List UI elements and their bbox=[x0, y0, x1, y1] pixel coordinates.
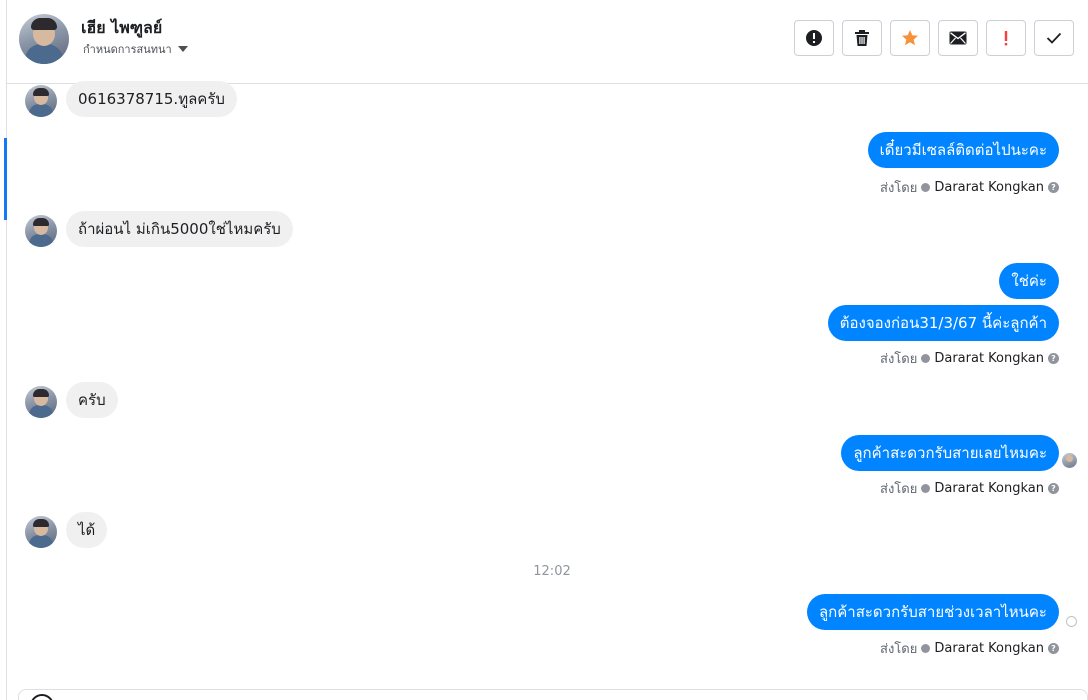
conversation-header: เฮีย ไพฑูลย์ กำหนดการสนทนา bbox=[7, 0, 1088, 84]
outgoing-message[interactable]: เดี๋ยวมีเซลล์ติดต่อไปนะคะ bbox=[867, 132, 1059, 168]
report-spam-button[interactable] bbox=[794, 20, 834, 56]
help-icon[interactable]: ? bbox=[1048, 353, 1059, 364]
outgoing-message[interactable]: ต้องจองก่อน31/3/67 นี้ค่ะลูกค้า bbox=[827, 305, 1059, 341]
checkmark-icon bbox=[1046, 32, 1062, 44]
contact-name[interactable]: เฮีย ไพฑูลย์ bbox=[81, 16, 162, 41]
alert-circle-icon bbox=[806, 30, 822, 46]
sent-by-prefix: ส่งโดย bbox=[880, 642, 918, 657]
follow-up-button[interactable] bbox=[986, 20, 1026, 56]
verified-icon bbox=[921, 484, 931, 493]
selection-accent bbox=[4, 138, 7, 220]
verified-icon bbox=[921, 183, 931, 192]
help-icon[interactable]: ? bbox=[1048, 182, 1059, 193]
star-icon bbox=[902, 30, 918, 46]
mark-unread-button[interactable] bbox=[938, 20, 978, 56]
sender-avatar[interactable] bbox=[25, 85, 57, 117]
delete-button[interactable] bbox=[842, 20, 882, 56]
panel-divider bbox=[6, 0, 7, 700]
exclamation-icon bbox=[1004, 31, 1008, 46]
chevron-down-icon bbox=[177, 46, 188, 52]
sender-avatar[interactable] bbox=[25, 386, 57, 418]
trash-icon bbox=[855, 30, 869, 46]
incoming-message[interactable]: ครับ bbox=[66, 382, 118, 418]
agent-name[interactable]: Dararat Kongkan bbox=[934, 351, 1044, 366]
verified-icon bbox=[921, 644, 931, 653]
help-icon[interactable]: ? bbox=[1048, 483, 1059, 494]
outgoing-message[interactable]: ใช่ค่ะ bbox=[999, 263, 1059, 299]
incoming-message[interactable]: ถ้าผ่อนไ ม่เกิน5000ใช่ไหมครับ bbox=[66, 211, 293, 247]
seen-by-avatar bbox=[1062, 453, 1077, 468]
sent-by-label: ส่งโดย Dararat Kongkan ? bbox=[880, 177, 1059, 198]
envelope-icon bbox=[949, 31, 967, 45]
verified-icon bbox=[921, 354, 931, 363]
conversation-status-label: กำหนดการสนทนา bbox=[83, 43, 172, 56]
agent-name[interactable]: Dararat Kongkan bbox=[934, 481, 1044, 496]
message-composer[interactable] bbox=[18, 689, 1088, 700]
outgoing-message[interactable]: ลูกค้าสะดวกรับสายช่วงเวลาไหนคะ bbox=[806, 594, 1059, 630]
sent-by-prefix: ส่งโดย bbox=[880, 482, 918, 497]
help-icon[interactable]: ? bbox=[1048, 643, 1059, 654]
inbox-conversation-view: เฮีย ไพฑูลย์ กำหนดการสนทนา 0616378715.ทู… bbox=[0, 0, 1088, 700]
agent-name[interactable]: Dararat Kongkan bbox=[934, 641, 1044, 656]
agent-name[interactable]: Dararat Kongkan bbox=[934, 180, 1044, 195]
sent-by-label: ส่งโดย Dararat Kongkan ? bbox=[880, 478, 1059, 499]
sent-by-prefix: ส่งโดย bbox=[880, 352, 918, 367]
conversation-status-dropdown[interactable]: กำหนดการสนทนา bbox=[83, 40, 188, 58]
delivered-check-icon bbox=[1066, 616, 1077, 627]
contact-avatar[interactable] bbox=[19, 14, 69, 64]
sent-by-prefix: ส่งโดย bbox=[880, 181, 918, 196]
incoming-message[interactable]: 0616378715.ทูลครับ bbox=[66, 81, 237, 117]
outgoing-message[interactable]: ลูกค้าสะดวกรับสายเลยไหมคะ bbox=[841, 435, 1059, 471]
star-button[interactable] bbox=[890, 20, 930, 56]
incoming-message[interactable]: ได้ bbox=[66, 512, 108, 548]
message-timestamp: 12:02 bbox=[533, 564, 571, 579]
sender-avatar[interactable] bbox=[25, 215, 57, 247]
sender-avatar[interactable] bbox=[25, 516, 57, 548]
sent-by-label: ส่งโดย Dararat Kongkan ? bbox=[880, 348, 1059, 369]
header-actions bbox=[794, 20, 1074, 56]
sent-by-label: ส่งโดย Dararat Kongkan ? bbox=[880, 638, 1059, 659]
mark-done-button[interactable] bbox=[1034, 20, 1074, 56]
